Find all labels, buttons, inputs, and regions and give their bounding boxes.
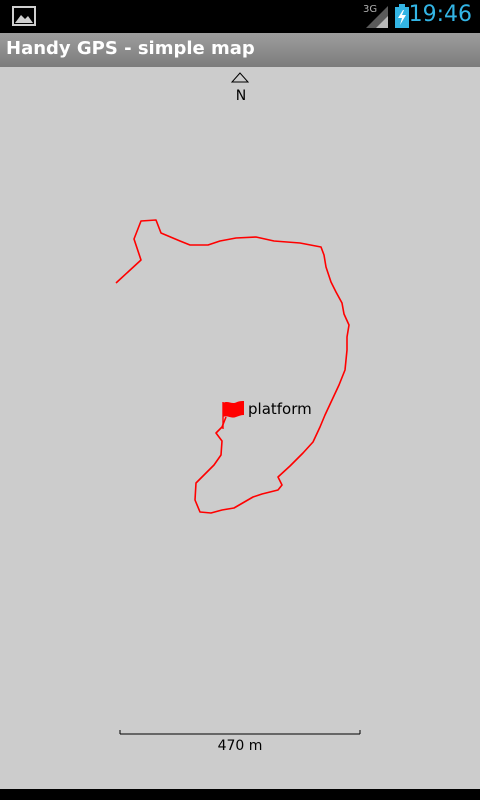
status-clock: 19:46 bbox=[408, 2, 472, 27]
map-canvas bbox=[115, 72, 361, 735]
signal-icon bbox=[366, 6, 388, 28]
scale-label: 470 m bbox=[217, 738, 263, 754]
map-view[interactable]: N platform 470 m bbox=[0, 67, 480, 789]
scale-bar bbox=[119, 730, 361, 735]
title-bar: Handy GPS - simple map bbox=[0, 33, 480, 67]
waypoint-label: platform bbox=[248, 400, 312, 418]
north-arrow-icon bbox=[230, 72, 250, 83]
compass-north-label: N bbox=[235, 88, 247, 104]
bottom-bar bbox=[0, 789, 480, 800]
battery-charging-icon bbox=[395, 4, 409, 28]
gallery-icon bbox=[12, 6, 36, 26]
status-bar: 3G 19:46 bbox=[0, 0, 480, 33]
gps-track bbox=[115, 219, 350, 514]
flag-icon[interactable] bbox=[222, 401, 244, 429]
app-title: Handy GPS - simple map bbox=[6, 38, 255, 59]
